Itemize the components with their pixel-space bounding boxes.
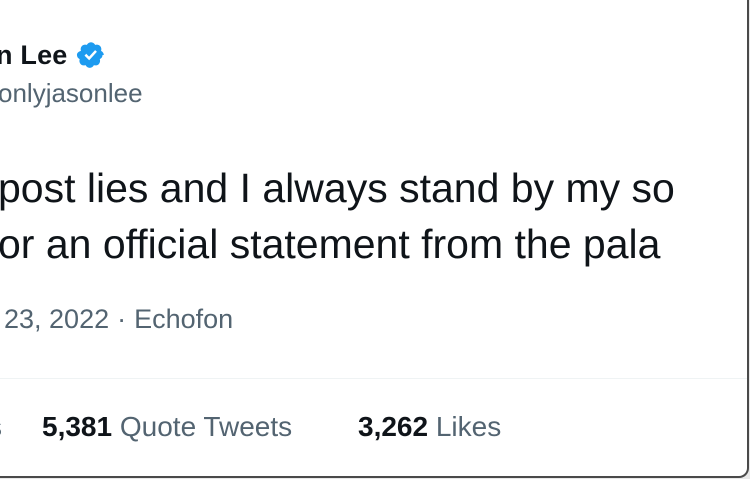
quote-tweets-stat[interactable]: 5,381 Quote Tweets	[42, 411, 292, 443]
likes-label: Likes	[435, 411, 502, 442]
author-row: n Lee	[0, 36, 106, 74]
quote-tweets-label: Quote Tweets	[119, 411, 293, 442]
tweet-source[interactable]: Echofon	[134, 304, 233, 334]
author-handle[interactable]: onlyjasonlee	[0, 78, 143, 109]
tweet-text-line: or an official statement from the pala	[0, 221, 661, 267]
meta-separator: ·	[117, 304, 127, 334]
tweet-text-line: post lies and I always stand by my so	[0, 165, 675, 211]
tweet-card: n Lee onlyjasonlee post lies and I alway…	[0, 0, 749, 478]
quote-tweets-count: 5,381	[42, 411, 113, 442]
tweet-text: post lies and I always stand by my so or…	[0, 160, 675, 272]
likes-count: 3,262	[358, 411, 429, 442]
tweet-date[interactable]: 23, 2022	[4, 304, 109, 334]
author-display-name[interactable]: n Lee	[0, 40, 68, 71]
divider	[0, 378, 747, 379]
tweet-meta: 23, 2022 · Echofon	[4, 304, 233, 335]
verified-badge-icon	[76, 40, 106, 70]
retweets-label: s	[0, 411, 2, 442]
retweets-stat[interactable]: s	[0, 411, 2, 443]
likes-stat[interactable]: 3,262 Likes	[358, 411, 501, 443]
